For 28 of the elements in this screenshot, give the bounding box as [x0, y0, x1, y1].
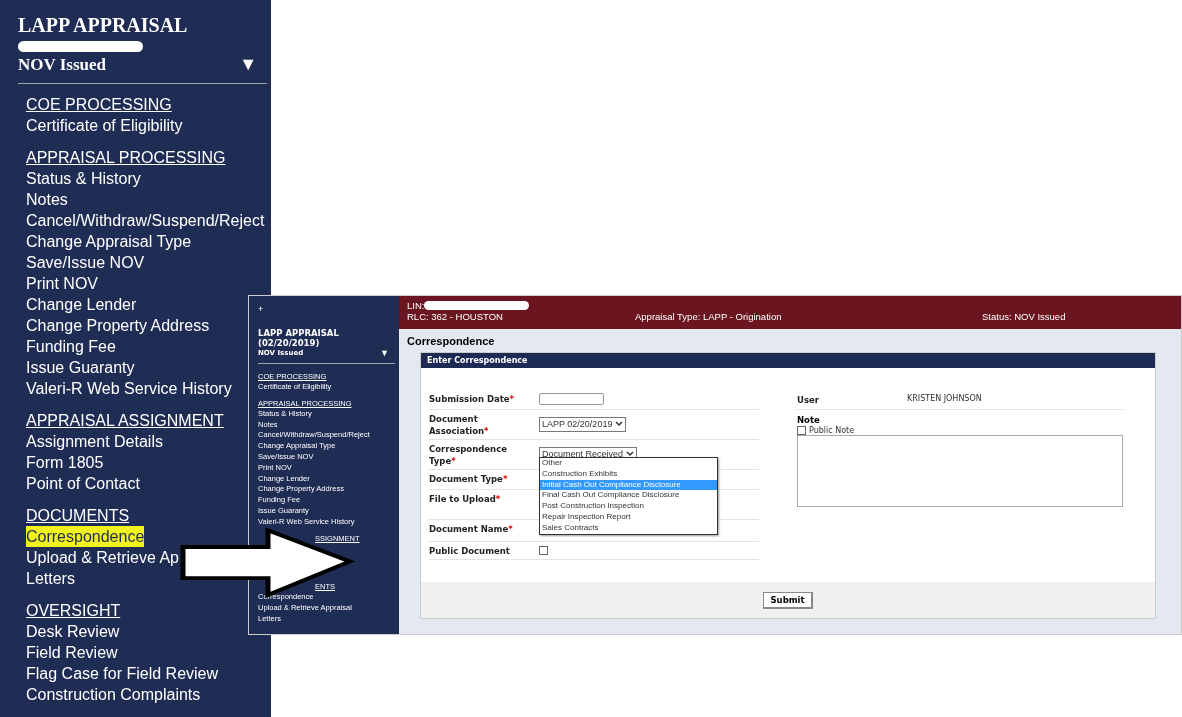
field-label: User	[797, 394, 820, 406]
case-title: LAPP APPRAISAL	[258, 328, 340, 338]
required-mark: *	[495, 494, 501, 504]
required-mark: *	[451, 456, 456, 466]
case-title: LAPP APPRAISAL	[18, 14, 189, 37]
required-mark: *	[508, 524, 513, 534]
field-label: Public Document	[429, 545, 511, 557]
field-label: Document Association*	[429, 413, 490, 437]
plus-sign: +	[258, 304, 265, 314]
required-mark: *	[502, 474, 508, 484]
panel-title: Enter Correspondence	[421, 353, 1155, 368]
field-label: Correspondence Type*	[429, 443, 508, 467]
user-name: KRISTEN JOHNSON	[907, 394, 982, 405]
page-title: Correspondence	[407, 335, 496, 347]
field-label: Document Type*	[429, 473, 509, 485]
checkbox-label: Public Note	[809, 425, 855, 435]
appraisal-type-text: Appraisal Type: LAPP - Origination	[635, 311, 783, 322]
field-label: File to Upload*	[429, 493, 502, 505]
status-text: Status: NOV Issued	[982, 311, 1067, 322]
rlc-text: RLC: 362 - HOUSTON	[407, 311, 504, 322]
lin-label: LIN:	[407, 300, 425, 311]
field-label: Note	[797, 415, 821, 425]
case-status: NOV Issued	[18, 54, 107, 75]
field-label: Submission Date*	[429, 393, 515, 405]
field-label: Document Name*	[429, 523, 514, 535]
required-mark: *	[509, 394, 514, 404]
required-mark: *	[484, 426, 489, 436]
case-date: (02/20/2019)	[258, 338, 321, 348]
